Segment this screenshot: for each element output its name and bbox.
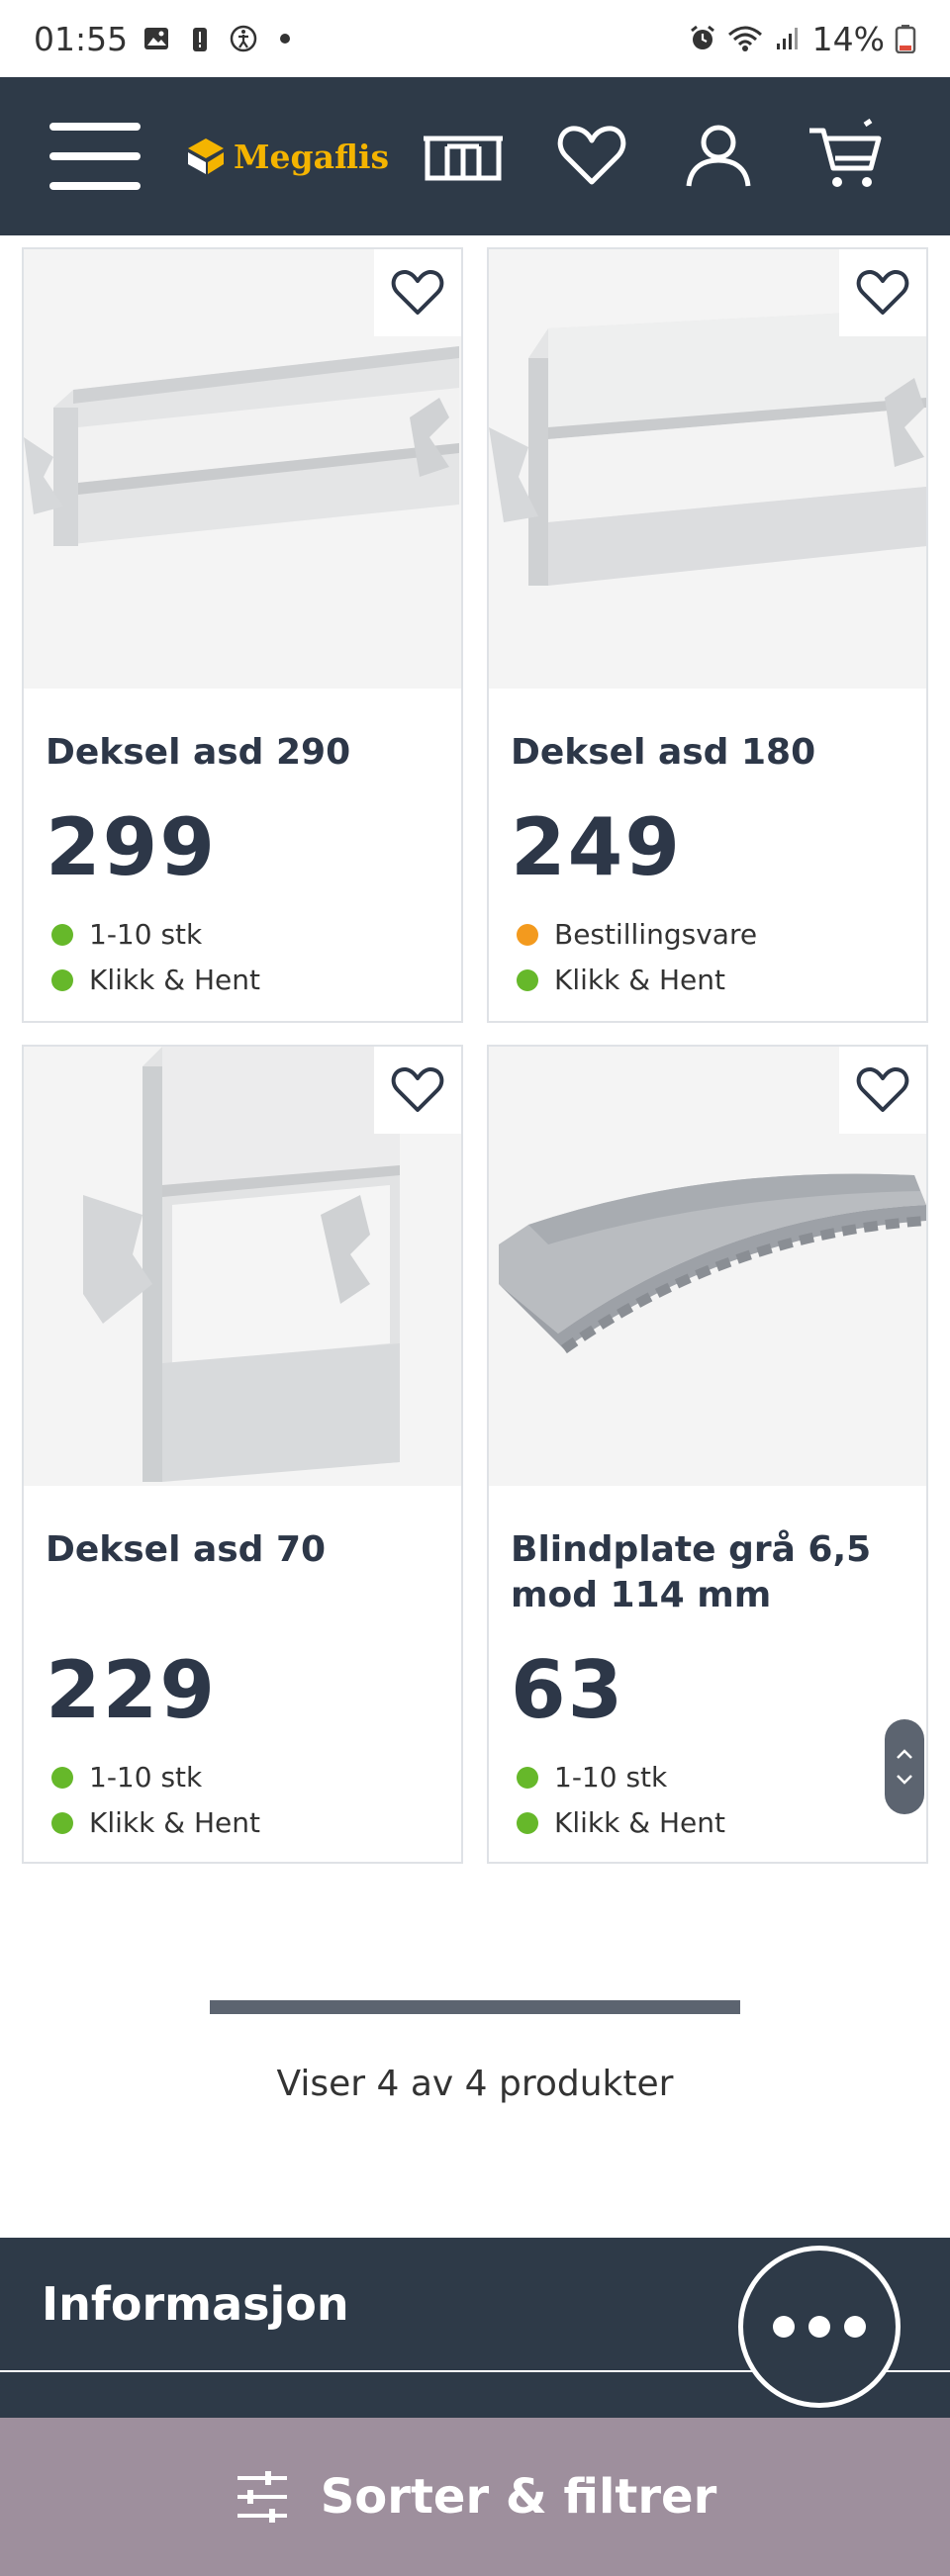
stock-dot-icon (517, 1766, 538, 1789)
pickup-dot-icon (51, 968, 73, 991)
product-card[interactable]: Deksel asd 290 299 1-10 stk Klikk & Hent (22, 247, 463, 1023)
product-card[interactable]: Deksel asd 180 249 Bestillingsvare Klikk… (487, 247, 928, 1023)
menu-icon[interactable] (49, 123, 141, 190)
pickup-status: Klikk & Hent (51, 1806, 260, 1839)
product-name[interactable]: Deksel asd 180 (511, 730, 906, 776)
dot-icon (773, 2316, 795, 2338)
notification-dot-icon (280, 34, 291, 44)
favorite-heart-icon[interactable] (839, 249, 926, 336)
more-options-button[interactable] (738, 2246, 901, 2408)
listing-progress-bar (210, 2000, 740, 2014)
scroll-to-top-control[interactable] (885, 1719, 924, 1814)
sort-filter-button[interactable]: Sorter & filtrer (0, 2418, 950, 2576)
alarm-icon (690, 25, 714, 49)
account-icon[interactable] (679, 117, 758, 196)
wishlist-heart-icon[interactable] (552, 117, 631, 196)
pickup-text: Klikk & Hent (89, 1806, 260, 1839)
pickup-status: Klikk & Hent (517, 964, 725, 996)
pickup-dot-icon (51, 1811, 73, 1834)
product-price: 299 (46, 801, 217, 893)
stock-dot-icon (517, 923, 538, 946)
pickup-text: Klikk & Hent (89, 964, 260, 996)
cart-icon[interactable] (806, 117, 885, 196)
stock-text: Bestillingsvare (554, 918, 758, 951)
pickup-dot-icon (517, 1811, 538, 1834)
stock-status: 1-10 stk (51, 1761, 202, 1794)
chevron-down-icon[interactable] (896, 1774, 913, 1786)
dot-icon (844, 2316, 866, 2338)
stock-status: Bestillingsvare (517, 918, 757, 951)
pickup-status: Klikk & Hent (517, 1806, 725, 1839)
battery-percent: 14% (811, 19, 885, 58)
product-name[interactable]: Deksel asd 290 (46, 730, 441, 776)
product-price: 229 (46, 1644, 217, 1736)
product-price: 63 (511, 1644, 625, 1736)
stock-text: 1-10 stk (89, 918, 203, 951)
sort-filter-label: Sorter & filtrer (320, 2469, 717, 2525)
product-card[interactable]: Blindplate grå 6,5 mod 114 mm 63 1-10 st… (487, 1045, 928, 1864)
site-header: Megaflis (0, 77, 950, 235)
product-price: 249 (511, 801, 682, 893)
favorite-heart-icon[interactable] (374, 1047, 461, 1134)
favorite-heart-icon[interactable] (374, 249, 461, 336)
favorite-heart-icon[interactable] (839, 1047, 926, 1134)
megaflis-logo[interactable]: Megaflis (186, 129, 389, 184)
stock-status: 1-10 stk (517, 1761, 667, 1794)
chevron-up-icon[interactable] (896, 1748, 913, 1760)
stock-dot-icon (51, 923, 73, 946)
info-title[interactable]: Informasjon (42, 2277, 349, 2331)
product-card[interactable]: Deksel asd 70 229 1-10 stk Klikk & Hent (22, 1045, 463, 1864)
pickup-dot-icon (517, 968, 538, 991)
battery-alert-icon (193, 28, 208, 51)
stock-status: 1-10 stk (51, 918, 202, 951)
wifi-icon (727, 26, 762, 51)
store-icon[interactable] (424, 117, 503, 196)
clock: 01:55 (34, 19, 129, 58)
product-count-text: Viser 4 av 4 produkter (276, 2064, 674, 2104)
logo-mark-icon (188, 138, 224, 174)
product-name[interactable]: Deksel asd 70 (46, 1527, 441, 1573)
gallery-icon (144, 28, 169, 49)
pickup-status: Klikk & Hent (51, 964, 260, 996)
sliders-icon (237, 2471, 287, 2523)
status-bar: 01:55 14% (0, 0, 950, 77)
product-name[interactable]: Blindplate grå 6,5 mod 114 mm (511, 1527, 906, 1618)
pickup-text: Klikk & Hent (554, 1806, 725, 1839)
signal-icon (776, 28, 798, 49)
battery-icon (895, 25, 916, 53)
stock-text: 1-10 stk (554, 1761, 668, 1794)
logo-text: Megaflis (234, 137, 390, 176)
pickup-text: Klikk & Hent (554, 964, 725, 996)
accessibility-icon (230, 25, 257, 52)
dot-icon (808, 2316, 830, 2338)
stock-text: 1-10 stk (89, 1761, 203, 1794)
stock-dot-icon (51, 1766, 73, 1789)
